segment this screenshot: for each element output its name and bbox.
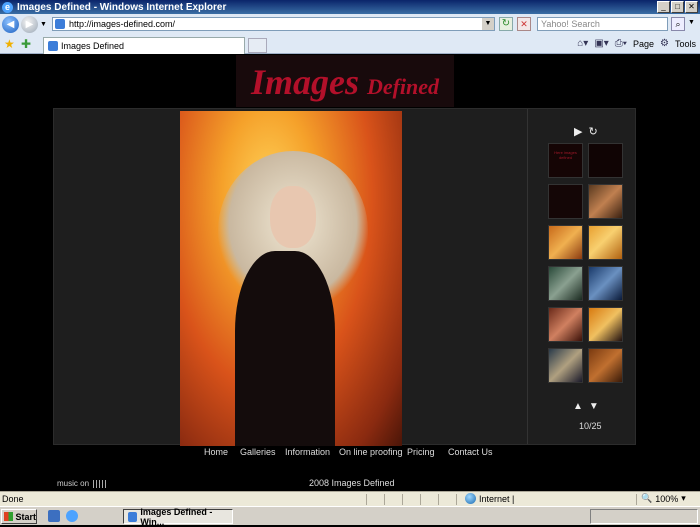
start-button[interactable]: Start [1,509,37,524]
thumbnail[interactable] [548,184,583,219]
thumbnail-grid: Here images defined [548,143,623,383]
security-zone[interactable]: Internet | [465,493,514,504]
music-toggle[interactable]: music on [57,479,108,488]
taskbar-item-ie[interactable]: Images Defined - Win... [123,506,233,527]
ie-task-icon [128,511,138,522]
thumbnail[interactable] [548,266,583,301]
address-input[interactable]: http://images-defined.com/ ▼ [52,17,495,31]
equalizer-icon [93,479,108,488]
history-dropdown-icon[interactable]: ▼ [40,21,48,28]
main-photo[interactable] [180,111,402,446]
page-menu[interactable]: Page [633,39,654,49]
address-dropdown-icon[interactable]: ▼ [482,18,494,30]
thumbnail[interactable] [588,184,623,219]
title-bar: e Images Defined - Windows Internet Expl… [0,0,700,14]
search-icon[interactable]: ⌕ [671,17,685,31]
stop-button[interactable]: ✕ [517,17,531,31]
thumbnail[interactable] [588,307,623,342]
thumbnail[interactable] [588,143,623,178]
window-title: Images Defined - Windows Internet Explor… [17,1,227,13]
status-bar: Done Internet | 🔍 100% ▾ [0,491,700,506]
logo-small-text: Defined [366,74,440,99]
copyright: 2008 Images Defined [309,478,395,488]
feeds-icon[interactable]: ▣▾ [594,38,608,49]
thumbnail-scroll: ▲ ▼ [573,401,599,412]
tab-page-icon [48,41,58,51]
thumbnail[interactable] [548,348,583,383]
tools-menu[interactable]: Tools [675,39,696,49]
scroll-up-icon[interactable]: ▲ [573,401,583,412]
thumbnail-sidebar: ▶ ↻ Here images defined ▲ ▼ 10/25 [527,109,636,444]
page-icon [55,19,65,29]
logo-big-text: Images [250,62,359,102]
site-logo[interactable]: Images Defined [236,55,454,107]
task-label: Images Defined - Win... [140,506,213,527]
play-icon[interactable]: ▶ [574,125,582,138]
nav-contact-us[interactable]: Contact Us [448,447,493,457]
zoom-icon: 🔍 [641,493,653,503]
search-input[interactable]: Yahoo! Search [537,17,668,31]
windows-logo-icon [4,512,14,521]
thumbnail[interactable] [588,225,623,260]
system-tray [590,509,698,524]
tab-label: Images Defined [61,41,125,51]
slideshow-controls: ▶ ↻ [574,125,598,138]
page-content: Images Defined ▶ ↻ Here images defined ▲… [0,55,700,491]
command-bar: ⌂▾ ▣▾ ⎙▾ Page ⚙ Tools [577,38,696,49]
address-url: http://images-defined.com/ [69,19,176,29]
music-label: music on [57,479,90,488]
status-text: Done [2,494,24,504]
zone-label: Internet | [479,493,515,504]
nav-home[interactable]: Home [204,447,228,457]
refresh-button[interactable]: ↻ [499,17,513,31]
thumbnail[interactable]: Here images defined [548,143,583,178]
loop-icon[interactable]: ↻ [588,125,597,138]
gallery-stage: ▶ ↻ Here images defined ▲ ▼ 10/25 [53,108,636,446]
ie-icon: e [2,1,13,13]
nav-online-proofing[interactable]: On line proofing [339,447,403,457]
back-button[interactable]: ◀ [2,15,19,33]
thumbnail[interactable] [588,348,623,383]
zoom-level: 100% [655,493,679,504]
close-button[interactable]: ✕ [685,1,698,13]
maximize-button[interactable]: □ [671,1,684,13]
scroll-down-icon[interactable]: ▼ [589,401,599,412]
tab-images-defined[interactable]: Images Defined [43,37,245,54]
window-controls: _ □ ✕ [657,1,698,13]
nav-pricing[interactable]: Pricing [407,447,435,457]
address-row: ◀ ▶ ▼ http://images-defined.com/ ▼ ↻ ✕ Y… [0,14,700,34]
zoom-control[interactable]: 🔍 100% ▾ [641,493,686,504]
tools-gear-icon[interactable]: ⚙ [660,38,669,49]
new-tab-button[interactable] [248,38,267,53]
ie-quicklaunch-icon[interactable] [66,510,78,522]
thumbnail[interactable] [548,225,583,260]
image-counter: 10/25 [579,421,602,431]
search-dropdown-icon[interactable]: ▼ [688,19,695,26]
thumbnail[interactable] [588,266,623,301]
favorites-star-icon[interactable]: ★ [4,37,15,51]
add-favorites-icon[interactable]: ✚ [21,37,31,51]
home-icon[interactable]: ⌂▾ [577,38,588,49]
nav-information[interactable]: Information [285,447,330,457]
thumbnail[interactable] [548,307,583,342]
taskbar: Start Images Defined - Win... [0,506,700,527]
forward-button[interactable]: ▶ [21,15,38,33]
globe-icon [465,493,476,504]
start-label: Start [15,511,36,522]
print-icon[interactable]: ⎙▾ [615,38,627,49]
nav-galleries[interactable]: Galleries [240,447,276,457]
minimize-button[interactable]: _ [657,1,670,13]
zoom-dropdown-icon: ▾ [681,493,686,503]
tab-row: ★ ✚ Images Defined ⌂▾ ▣▾ ⎙▾ Page ⚙ Tools [0,34,700,54]
show-desktop-icon[interactable] [48,510,60,522]
